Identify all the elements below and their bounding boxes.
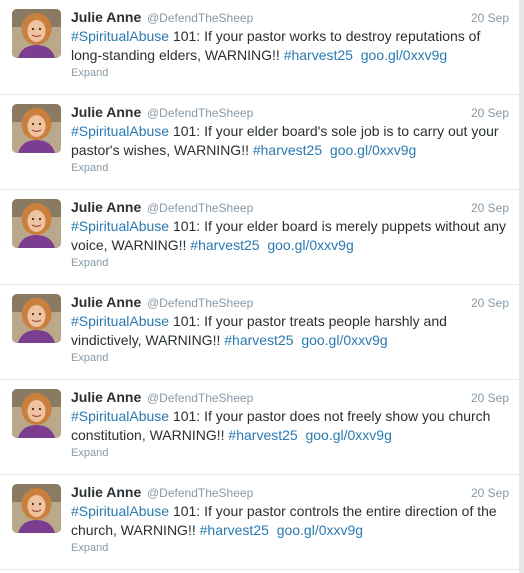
window-edge	[520, 0, 524, 573]
tweet-text: #SpiritualAbuse 101: If your pastor cont…	[71, 502, 507, 540]
tweet-item[interactable]: Julie Anne @DefendTheSheep 20 Sep #Spiri…	[0, 190, 519, 285]
hashtag-link[interactable]: #harvest25	[190, 237, 259, 253]
author-name[interactable]: Julie Anne	[71, 484, 141, 500]
avatar[interactable]	[12, 484, 61, 533]
hashtag-link[interactable]: #harvest25	[200, 522, 269, 538]
author-handle[interactable]: @DefendTheSheep	[147, 106, 253, 120]
expand-link[interactable]: Expand	[71, 352, 108, 364]
avatar[interactable]	[12, 199, 61, 248]
tweet-timeline: Julie Anne @DefendTheSheep 20 Sep #Spiri…	[0, 0, 520, 573]
hashtag-link[interactable]: #SpiritualAbuse	[71, 408, 169, 424]
url-link[interactable]: goo.gl/0xxv9g	[305, 427, 391, 443]
hashtag-link[interactable]: #SpiritualAbuse	[71, 123, 169, 139]
url-link[interactable]: goo.gl/0xxv9g	[277, 522, 363, 538]
author-handle[interactable]: @DefendTheSheep	[147, 391, 253, 405]
hashtag-link[interactable]: #harvest25	[224, 332, 293, 348]
tweet-text: #SpiritualAbuse 101: If your pastor trea…	[71, 312, 507, 350]
tweet-text: #SpiritualAbuse 101: If your pastor does…	[71, 407, 507, 445]
author-handle[interactable]: @DefendTheSheep	[147, 201, 253, 215]
hashtag-link[interactable]: #harvest25	[284, 47, 353, 63]
author-name[interactable]: Julie Anne	[71, 104, 141, 120]
tweet-timestamp[interactable]: 20 Sep	[471, 11, 509, 25]
url-link[interactable]: goo.gl/0xxv9g	[267, 237, 353, 253]
tweet-timestamp[interactable]: 20 Sep	[471, 486, 509, 500]
tweet-item[interactable]: Julie Anne @DefendTheSheep 20 Sep #Spiri…	[0, 380, 519, 475]
tweet-timestamp[interactable]: 20 Sep	[471, 201, 509, 215]
tweet-item[interactable]: Julie Anne @DefendTheSheep 20 Sep #Spiri…	[0, 285, 519, 380]
hashtag-link[interactable]: #harvest25	[253, 142, 322, 158]
url-link[interactable]: goo.gl/0xxv9g	[301, 332, 387, 348]
tweet-text: #SpiritualAbuse 101: If your pastor work…	[71, 27, 507, 65]
tweet-item[interactable]: Julie Anne @DefendTheSheep 20 Sep #Spiri…	[0, 0, 519, 95]
avatar[interactable]	[12, 389, 61, 438]
avatar[interactable]	[12, 104, 61, 153]
hashtag-link[interactable]: #harvest25	[228, 427, 297, 443]
tweet-timestamp[interactable]: 20 Sep	[471, 391, 509, 405]
url-link[interactable]: goo.gl/0xxv9g	[361, 47, 447, 63]
tweet-item[interactable]: Julie Anne @DefendTheSheep 20 Sep #Spiri…	[0, 95, 519, 190]
author-handle[interactable]: @DefendTheSheep	[147, 486, 253, 500]
tweet-timestamp[interactable]: 20 Sep	[471, 106, 509, 120]
expand-link[interactable]: Expand	[71, 542, 108, 554]
author-name[interactable]: Julie Anne	[71, 294, 141, 310]
tweet-text: #SpiritualAbuse 101: If your elder board…	[71, 122, 507, 160]
avatar[interactable]	[12, 9, 61, 58]
author-handle[interactable]: @DefendTheSheep	[147, 11, 253, 25]
expand-link[interactable]: Expand	[71, 67, 108, 79]
tweet-timestamp[interactable]: 20 Sep	[471, 296, 509, 310]
hashtag-link[interactable]: #SpiritualAbuse	[71, 503, 169, 519]
avatar[interactable]	[12, 294, 61, 343]
author-name[interactable]: Julie Anne	[71, 9, 141, 25]
url-link[interactable]: goo.gl/0xxv9g	[330, 142, 416, 158]
tweet-item[interactable]: Julie Anne @DefendTheSheep 20 Sep #Spiri…	[0, 475, 519, 570]
expand-link[interactable]: Expand	[71, 257, 108, 269]
expand-link[interactable]: Expand	[71, 447, 108, 459]
expand-link[interactable]: Expand	[71, 162, 108, 174]
author-handle[interactable]: @DefendTheSheep	[147, 296, 253, 310]
tweet-text: #SpiritualAbuse 101: If your elder board…	[71, 217, 507, 255]
author-name[interactable]: Julie Anne	[71, 389, 141, 405]
hashtag-link[interactable]: #SpiritualAbuse	[71, 28, 169, 44]
hashtag-link[interactable]: #SpiritualAbuse	[71, 313, 169, 329]
author-name[interactable]: Julie Anne	[71, 199, 141, 215]
hashtag-link[interactable]: #SpiritualAbuse	[71, 218, 169, 234]
